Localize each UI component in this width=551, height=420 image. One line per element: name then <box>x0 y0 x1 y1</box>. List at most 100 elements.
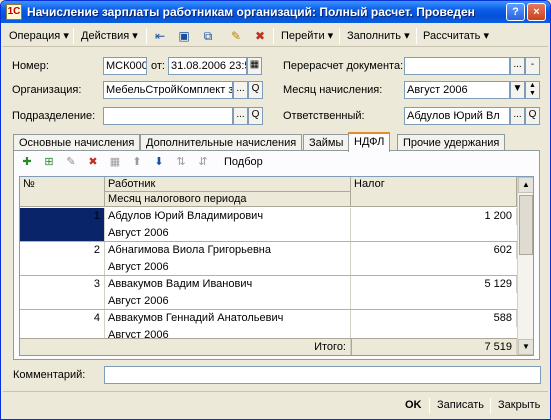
tax-cell[interactable]: 602 <box>351 242 517 259</box>
total-label: Итого: <box>105 339 351 355</box>
responsible-label: Ответственный: <box>283 110 365 122</box>
responsible-field[interactable]: Абдулов Юрий Вл <box>404 107 510 125</box>
title-bar[interactable]: 1С Начисление зарплаты работникам органи… <box>1 1 550 23</box>
scroll-down-button[interactable]: ▼ <box>518 339 533 355</box>
toolbar-separator <box>416 28 417 44</box>
close-window-button[interactable]: × <box>527 3 546 21</box>
operation-menu[interactable]: Операция ▾ <box>5 27 73 45</box>
employee-cell[interactable]: Абнагимова Виола Григорьевна <box>105 242 351 259</box>
row-number[interactable]: 3 <box>20 276 105 310</box>
fill-menu[interactable]: Заполнить ▾ <box>343 27 414 45</box>
column-header-number[interactable]: № <box>20 177 105 207</box>
column-header-tax[interactable]: Налог <box>351 177 517 207</box>
organization-open-button[interactable]: Q <box>248 81 263 99</box>
recalc-clear-button[interactable]: - <box>525 57 540 75</box>
ndfl-table[interactable]: № Работник Месяц налогового периода Нало… <box>19 176 534 356</box>
department-select-button[interactable]: ... <box>233 107 248 125</box>
calculate-menu[interactable]: Рассчитать ▾ <box>419 27 493 45</box>
employee-cell[interactable]: Аввакумов Геннадий Анатольевич <box>105 310 351 327</box>
month-field[interactable]: Август 2006 <box>404 81 510 99</box>
actions-menu[interactable]: Действия ▾ <box>77 27 142 45</box>
close-button[interactable]: Закрыть <box>492 395 546 415</box>
button-separator <box>429 398 430 413</box>
toolbar-separator <box>73 28 74 44</box>
window-title: Начисление зарплаты работникам организац… <box>27 5 475 19</box>
date-label: от: <box>151 60 165 72</box>
table-scrollbar[interactable]: ▲ ▼ <box>517 177 533 355</box>
end-edit-icon[interactable]: ▦ <box>106 154 124 171</box>
total-value: 7 519 <box>351 339 517 355</box>
comment-field[interactable] <box>104 366 541 384</box>
save-button[interactable]: Записать <box>431 395 490 415</box>
help-button[interactable]: ? <box>506 3 525 21</box>
recalc-select-button[interactable]: ... <box>510 57 525 75</box>
ok-button[interactable]: OK <box>399 395 428 415</box>
month-dropdown-button[interactable]: ▼ <box>510 81 525 99</box>
toolbar-separator <box>146 28 147 44</box>
scroll-up-button[interactable]: ▲ <box>518 177 533 193</box>
edit-row-icon[interactable]: ✎ <box>62 154 80 171</box>
employee-cell[interactable]: Аввакумов Вадим Иванович <box>105 276 351 293</box>
organization-field[interactable]: МебельСтройКомплект з <box>103 81 233 99</box>
organization-label: Организация: <box>12 84 82 96</box>
recalc-field[interactable] <box>404 57 510 75</box>
toolbar-separator <box>218 155 219 171</box>
tab-other-deductions[interactable]: Прочие удержания <box>397 134 506 151</box>
recalc-label: Перерасчет документа: <box>283 60 404 72</box>
move-up-icon[interactable]: ⬆ <box>128 154 146 171</box>
month-spinner[interactable]: ▲ ▼ <box>525 81 540 99</box>
tax-cell[interactable]: 1 200 <box>351 208 517 225</box>
goto-menu[interactable]: Перейти ▾ <box>277 27 337 45</box>
sort-descending-icon[interactable]: ⇵ <box>194 154 212 171</box>
department-field[interactable] <box>103 107 233 125</box>
organization-select-button[interactable]: ... <box>233 81 248 99</box>
responsible-select-button[interactable]: ... <box>510 107 525 125</box>
column-header-period[interactable]: Месяц налогового периода <box>105 192 351 207</box>
tax-cell[interactable]: 588 <box>351 310 517 327</box>
calendar-button[interactable]: ▦ <box>247 57 262 75</box>
document-view-icon[interactable]: ▣ <box>175 28 193 44</box>
number-field[interactable]: МСК0000 <box>103 57 147 75</box>
move-left-icon[interactable]: ⇤ <box>151 28 169 44</box>
comment-label: Комментарий: <box>13 369 86 381</box>
chevron-down-icon: ▼ <box>512 83 523 94</box>
period-cell[interactable]: Август 2006 <box>105 259 351 276</box>
bottom-divider <box>3 391 548 392</box>
pick-button[interactable]: Подбор <box>224 154 263 171</box>
row-number[interactable]: 1 <box>20 208 105 242</box>
document-window: 1С Начисление зарплаты работникам органи… <box>0 0 551 420</box>
responsible-open-button[interactable]: Q <box>525 107 540 125</box>
toolbar-separator <box>273 28 274 44</box>
app-icon: 1С <box>6 4 22 20</box>
magnifier-icon: Q <box>251 83 260 94</box>
add-row-icon[interactable]: ✚ <box>18 154 36 171</box>
magnifier-icon: Q <box>528 109 537 120</box>
toolbar-separator <box>339 28 340 44</box>
scroll-thumb[interactable] <box>519 195 533 255</box>
period-cell[interactable]: Август 2006 <box>105 293 351 310</box>
tab-additional-accruals[interactable]: Дополнительные начисления <box>140 134 303 151</box>
tab-ndfl[interactable]: НДФЛ <box>348 132 391 152</box>
ndfl-tab-panel: ✚ ⊞ ✎ ✖ ▦ ⬆ ⬇ ⇅ ⇵ Подбор № Работник Меся… <box>13 150 540 360</box>
copy-row-icon[interactable]: ⊞ <box>40 154 58 171</box>
month-label: Месяц начисления: <box>283 84 383 96</box>
department-open-button[interactable]: Q <box>248 107 263 125</box>
tax-cell[interactable]: 5 129 <box>351 276 517 293</box>
tab-main-accruals[interactable]: Основные начисления <box>13 134 141 151</box>
employee-cell[interactable]: Абдулов Юрий Владимирович <box>105 208 351 225</box>
move-down-icon[interactable]: ⬇ <box>150 154 168 171</box>
row-number[interactable]: 2 <box>20 242 105 276</box>
period-cell[interactable]: Август 2006 <box>105 225 351 242</box>
column-header-employee[interactable]: Работник <box>105 177 351 192</box>
post-document-icon[interactable]: ✎ <box>227 28 245 44</box>
calendar-icon: ▦ <box>249 59 260 70</box>
tab-loans[interactable]: Займы <box>303 134 350 151</box>
delete-row-icon[interactable]: ✖ <box>84 154 102 171</box>
copy-document-icon[interactable]: ⧉ <box>199 28 217 44</box>
date-field[interactable]: 31.08.2006 23:59 <box>168 57 247 75</box>
number-label: Номер: <box>12 60 49 72</box>
unpost-document-icon[interactable]: ✖ <box>251 28 269 44</box>
magnifier-icon: Q <box>251 109 260 120</box>
main-toolbar: Операция ▾ Действия ▾ ⇤ ▣ ⧉ ✎ ✖ Перейти … <box>3 25 548 47</box>
sort-ascending-icon[interactable]: ⇅ <box>172 154 190 171</box>
